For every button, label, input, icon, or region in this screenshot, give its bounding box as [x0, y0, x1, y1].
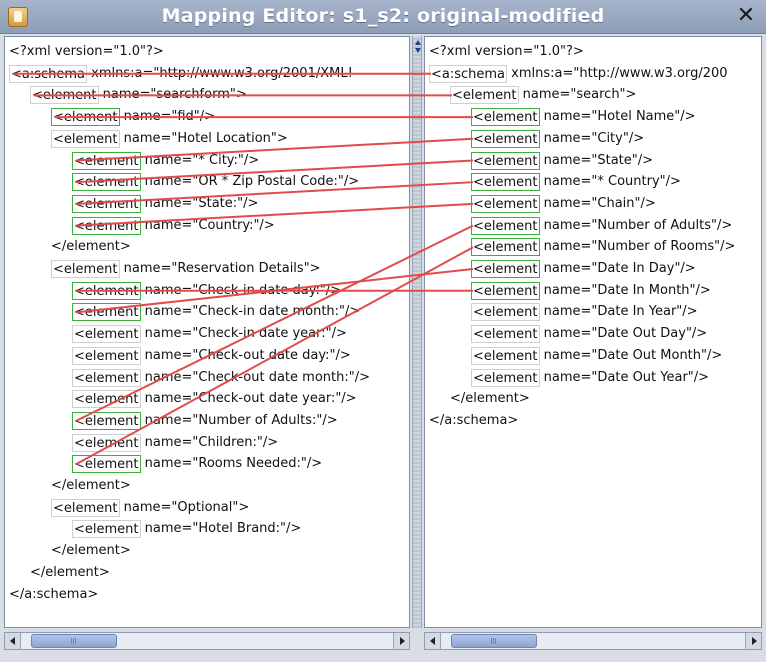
mapping-line — [75, 181, 474, 205]
mapping-line — [75, 137, 474, 162]
mapping-line — [75, 202, 474, 227]
mapping-line — [75, 159, 474, 184]
mapping-line — [75, 246, 474, 466]
mapping-line — [75, 224, 474, 422]
mapping-lines — [13, 72, 474, 466]
